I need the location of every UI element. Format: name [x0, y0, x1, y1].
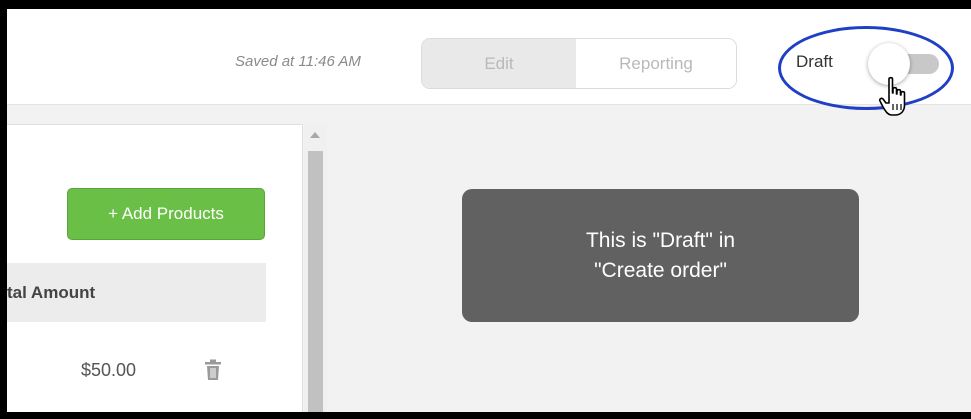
scroll-thumb[interactable]	[308, 151, 323, 412]
tooltip-line-2: "Create order"	[594, 258, 727, 282]
add-products-button[interactable]: + Add Products	[67, 188, 265, 240]
tab-reporting[interactable]: Reporting	[576, 39, 736, 88]
app-frame: Saved at 11:46 AM Edit Reporting Draft +…	[7, 9, 971, 412]
total-amount-column-header: tal Amount	[7, 263, 266, 322]
top-bar: Saved at 11:46 AM Edit Reporting Draft	[7, 9, 971, 116]
annotation-tooltip: This is "Draft" in "Create order"	[462, 189, 859, 322]
tab-edit[interactable]: Edit	[422, 39, 576, 88]
tooltip-line-1: This is "Draft" in	[585, 228, 736, 252]
draft-label: Draft	[796, 52, 833, 71]
panel-scrollbar[interactable]	[304, 124, 327, 412]
hand-cursor-icon	[878, 76, 906, 116]
row-amount: $50.00	[81, 360, 137, 380]
mode-segmented-control: Edit Reporting	[421, 38, 737, 89]
trash-icon[interactable]	[205, 359, 221, 381]
scroll-up-arrow-icon[interactable]	[310, 132, 320, 138]
saved-status: Saved at 11:46 AM	[235, 53, 361, 70]
